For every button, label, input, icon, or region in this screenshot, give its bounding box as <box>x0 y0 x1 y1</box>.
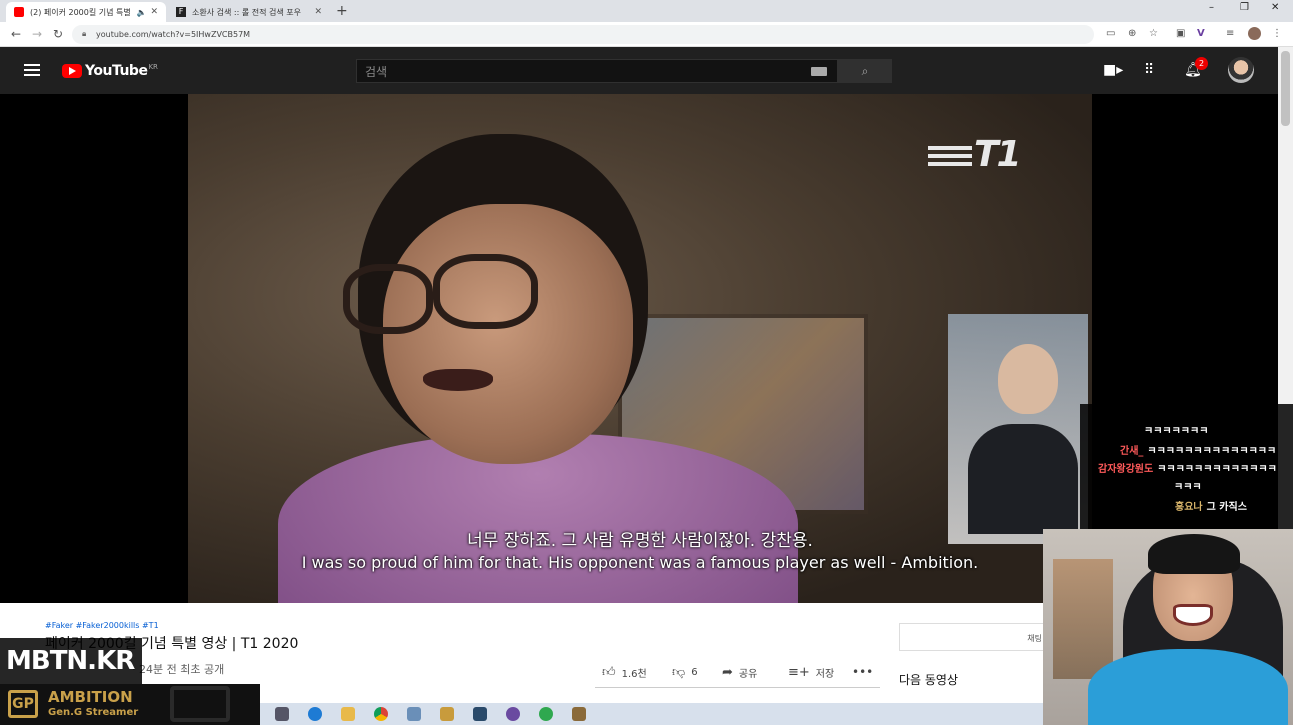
chrome-menu-icon[interactable]: ⋮ <box>1272 28 1282 39</box>
chat-line: ㅋㅋㅋ <box>1174 482 1202 493</box>
webcam-shelf <box>1053 559 1113 679</box>
bookmark-star-icon[interactable]: ☆ <box>1149 28 1158 39</box>
close-tab-icon[interactable]: ✕ <box>150 7 158 17</box>
stream-chat-overlay: ㅋㅋㅋㅋㅋㅋㅋ 간새_ ㅋㅋㅋㅋㅋㅋㅋㅋㅋㅋㅋㅋㅋㅋ 감자왕강원도 ㅋㅋㅋㅋㅋㅋㅋㅋ… <box>1080 404 1293 529</box>
profile-avatar-icon[interactable] <box>1248 27 1261 40</box>
browser-tab-strip: (2) 페이커 2000킬 기념 특별 🔈 ✕ F 소환사 검색 :: 롤 전적… <box>0 0 1293 22</box>
chat-line: 간새_ ㅋㅋㅋㅋㅋㅋㅋㅋㅋㅋㅋㅋㅋㅋ <box>1120 446 1277 457</box>
streamer-mouth <box>1173 604 1213 626</box>
reload-icon[interactable]: ↻ <box>53 27 63 41</box>
share-button[interactable]: ➦ 공유 <box>722 665 757 680</box>
app-icon[interactable] <box>506 707 520 721</box>
back-arrow-icon[interactable]: ← <box>11 27 21 41</box>
streamer-subtitle: Gen.G Streamer <box>48 707 139 718</box>
account-avatar[interactable] <box>1228 57 1254 83</box>
chrome-icon[interactable] <box>374 707 388 721</box>
calendar-jacket <box>968 424 1078 534</box>
t1-logo: T1 <box>928 134 1022 175</box>
address-bar-row: ← → ↻ 🔒︎ youtube.com/watch?v=5IHwZVCB57M… <box>0 22 1293 47</box>
zoom-icon[interactable]: ⊕ <box>1128 28 1136 39</box>
restore-button[interactable]: ❐ <box>1240 2 1249 13</box>
youtube-header: YouTube KR 검색 ⌕ ■▸ ⠿ 🔔︎ <box>0 47 1278 94</box>
tab-title: 소환사 검색 :: 롤 전적 검색 포우 <box>192 7 301 17</box>
url-text: youtube.com/watch?v=5IHwZVCB57M <box>96 30 251 39</box>
chat-line: 홍요나 그 카직스 <box>1175 502 1247 513</box>
search-button[interactable]: ⌕ <box>838 59 892 83</box>
streamer-name: AMBITION <box>48 688 133 706</box>
calendar-face <box>998 344 1058 414</box>
search-icon: ⌕ <box>861 64 869 78</box>
more-actions-button[interactable]: ••• <box>852 665 873 679</box>
streamer-webcam <box>1043 529 1293 725</box>
youtube-logo[interactable]: YouTube KR <box>62 63 158 79</box>
create-video-icon[interactable]: ■▸ <box>1103 62 1123 78</box>
speaker-icon[interactable]: 🔈 <box>136 8 146 17</box>
youtube-favicon-icon <box>14 7 24 17</box>
tab-title: (2) 페이커 2000킬 기념 특별 <box>30 7 131 17</box>
chat-panel-label: 채팅 <box>1027 634 1042 643</box>
cast-icon[interactable]: ▭ <box>1106 28 1115 39</box>
region-code: KR <box>148 63 158 71</box>
geng-watermark-icon <box>170 686 230 722</box>
woman-face <box>383 204 633 464</box>
league-of-legends-icon[interactable] <box>440 707 454 721</box>
notification-badge: 2 <box>1195 57 1208 70</box>
streamer-shirt <box>1088 649 1288 725</box>
app-icon[interactable] <box>407 707 421 721</box>
woman-mouth <box>423 369 493 391</box>
file-explorer-icon[interactable] <box>341 707 355 721</box>
app-icon[interactable] <box>572 707 586 721</box>
share-icon: ➦ <box>722 665 733 680</box>
keyboard-icon[interactable] <box>811 67 827 76</box>
tab-youtube[interactable]: (2) 페이커 2000킬 기념 특별 🔈 ✕ <box>6 2 166 22</box>
streamer-nameplate: GP AMBITION Gen.G Streamer <box>0 684 260 725</box>
streamer-hair <box>1148 534 1240 574</box>
youtube-logo-text: YouTube <box>85 63 148 79</box>
like-button[interactable]: 👍︎ 1.6천 <box>602 665 647 680</box>
minimize-button[interactable]: – <box>1209 2 1214 13</box>
save-button[interactable]: ≡+ 저장 <box>788 665 834 680</box>
search-input[interactable]: 검색 <box>356 59 838 83</box>
live-chat-panel[interactable]: 채팅 <box>899 623 1049 651</box>
app-icon[interactable] <box>539 707 553 721</box>
screen: (2) 페이커 2000킬 기념 특별 🔈 ✕ F 소환사 검색 :: 롤 전적… <box>0 0 1293 725</box>
glasses-left-lens <box>343 264 433 334</box>
forward-arrow-icon[interactable]: → <box>32 27 42 41</box>
thumbs-down-icon: 👎︎ <box>672 665 686 680</box>
media-icon[interactable]: ≡ <box>1226 28 1234 39</box>
apps-grid-icon[interactable]: ⠿ <box>1144 62 1154 78</box>
chat-line: 감자왕강원도 ㅋㅋㅋㅋㅋㅋㅋㅋㅋㅋㅋㅋㅋ <box>1098 464 1277 475</box>
thumbs-up-icon: 👍︎ <box>602 665 616 680</box>
hamburger-menu-icon[interactable] <box>24 64 40 79</box>
glasses-right-lens <box>433 254 538 329</box>
lock-icon: 🔒︎ <box>82 29 87 38</box>
new-tab-button[interactable]: + <box>336 3 348 19</box>
chat-line: ㅋㅋㅋㅋㅋㅋㅋ <box>1144 426 1209 437</box>
tab-summoner-search[interactable]: F 소환사 검색 :: 롤 전적 검색 포우 ✕ <box>168 2 330 22</box>
edge-browser-icon[interactable] <box>308 707 322 721</box>
close-tab-icon[interactable]: ✕ <box>314 7 322 17</box>
dislike-button[interactable]: 👎︎ 6 <box>672 665 698 680</box>
search-placeholder: 검색 <box>365 65 388 79</box>
subtitle-korean: 너무 장하죠. 그 사람 유명한 사람이잖아. 강찬용. <box>467 531 813 551</box>
subtitle-english: I was so proud of him for that. His oppo… <box>301 553 979 572</box>
mbtn-watermark: MBTN.KR <box>0 638 142 684</box>
youtube-play-icon <box>62 64 82 78</box>
geng-logo-icon: GP <box>8 690 38 718</box>
video-frame[interactable]: T1 너무 장하죠. 그 사람 유명한 사람이잖아. 강찬용. I was so… <box>188 94 1092 603</box>
extension-icon[interactable]: ▣ <box>1176 28 1185 39</box>
task-view-icon[interactable] <box>275 707 289 721</box>
fow-favicon-icon: F <box>176 7 186 17</box>
close-window-button[interactable]: ✕ <box>1271 2 1279 13</box>
url-field[interactable]: 🔒︎ youtube.com/watch?v=5IHwZVCB57M <box>72 25 1094 44</box>
actions-divider <box>595 687 880 688</box>
video-meta: · 24분 전 최초 공개 <box>132 663 225 676</box>
vpn-extension-icon[interactable]: V <box>1197 28 1205 39</box>
obs-icon[interactable] <box>473 707 487 721</box>
up-next-label: 다음 동영상 <box>899 673 959 687</box>
playlist-add-icon: ≡+ <box>788 665 810 680</box>
scrollbar-thumb[interactable] <box>1281 51 1290 126</box>
hashtags[interactable]: #Faker #Faker2000kills #T1 <box>45 621 159 630</box>
